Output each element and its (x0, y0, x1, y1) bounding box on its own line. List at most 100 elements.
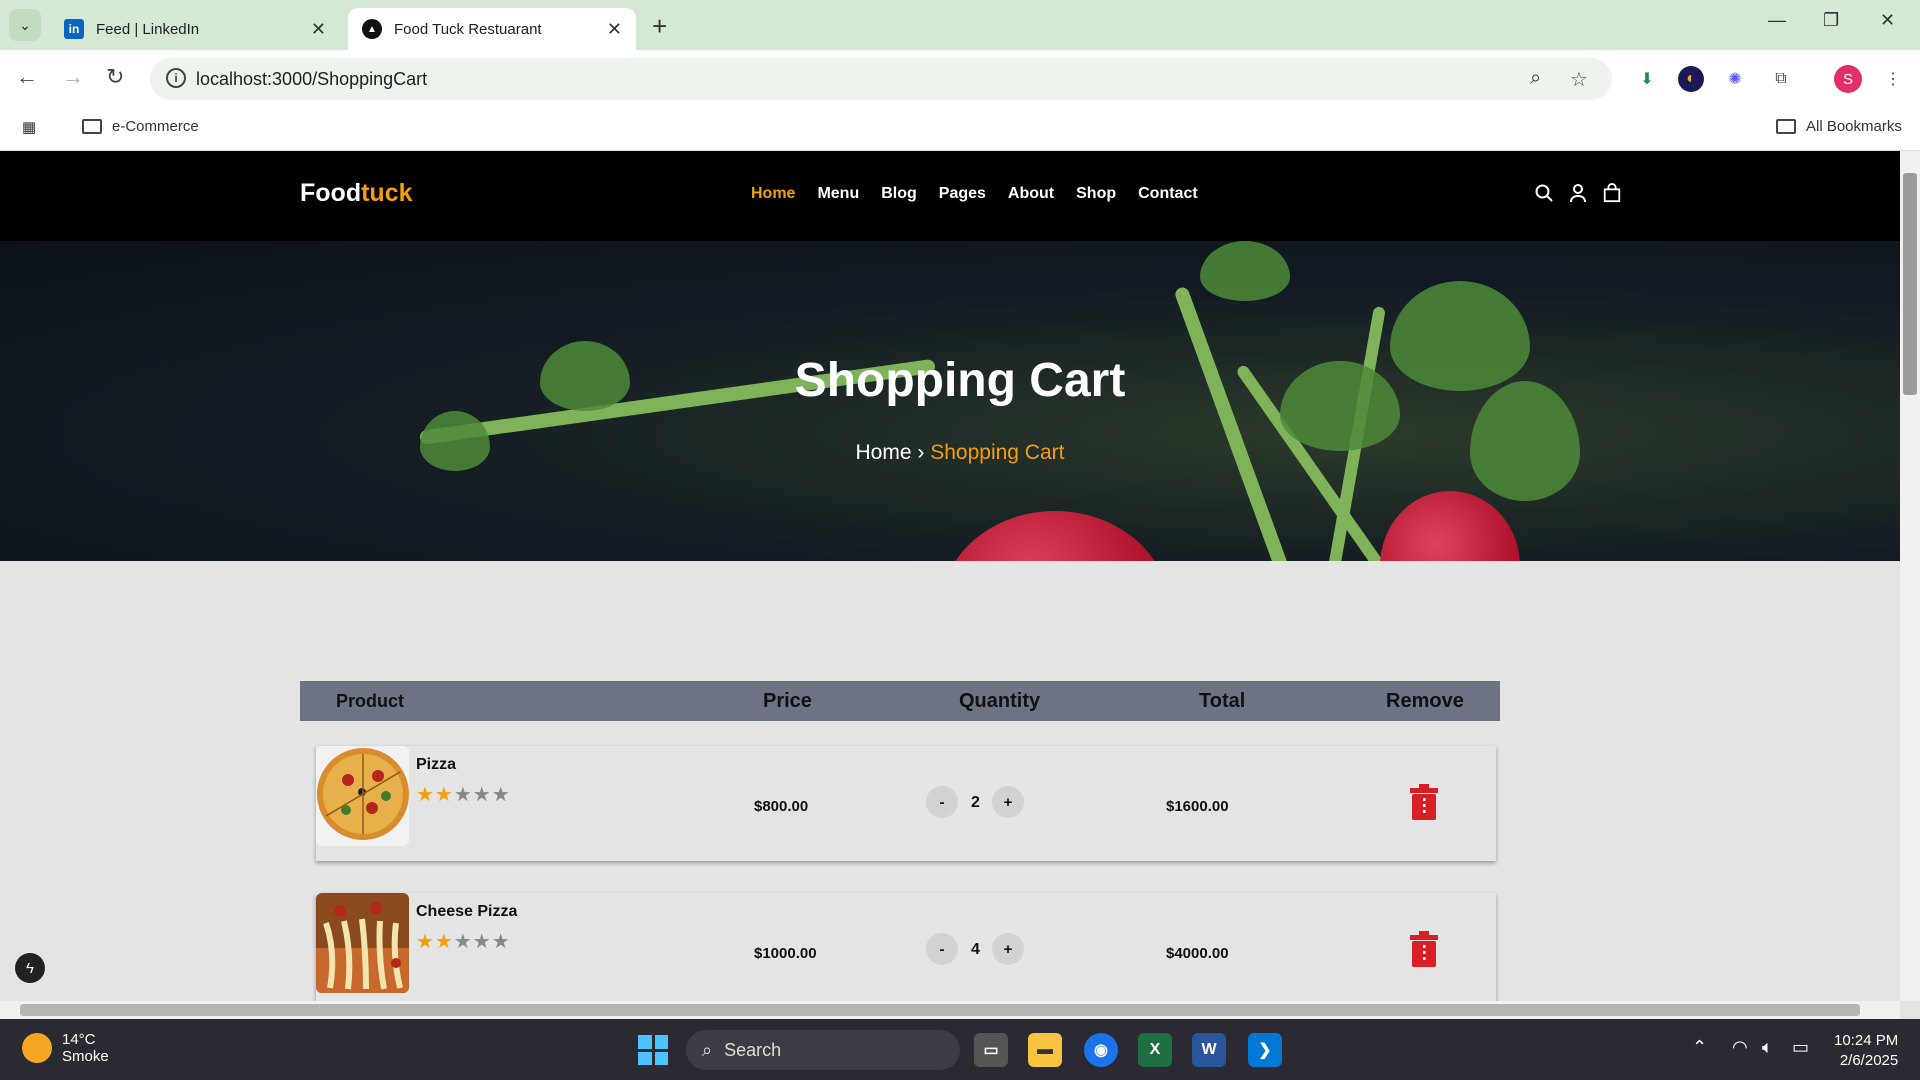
trash-icon[interactable] (1408, 784, 1440, 820)
nav-blog[interactable]: Blog (881, 185, 917, 203)
reload-icon[interactable]: ↻ (106, 64, 124, 90)
scrollbar-thumb[interactable] (1903, 173, 1917, 395)
weather-temp: 14°C (62, 1031, 96, 1048)
apps-grid-icon[interactable]: ▦ (22, 118, 36, 136)
close-window-icon[interactable]: ✕ (1880, 10, 1895, 31)
address-bar[interactable]: i localhost:3000/ShoppingCart ⌕ ☆ (150, 58, 1612, 100)
header-price: Price (763, 689, 812, 712)
site-icon: ▲ (362, 19, 382, 39)
hero-banner: Shopping Cart Home › Shopping Cart (0, 241, 1900, 561)
bookmark-label: e-Commerce (112, 118, 199, 135)
tab-food-tuck[interactable]: ▲ Food Tuck Restuarant ✕ (348, 8, 636, 50)
product-price: $1000.00 (754, 945, 817, 962)
browser-tab-strip: ⌄ in Feed | LinkedIn ✕ ▲ Food Tuck Restu… (0, 0, 1920, 50)
decorative-leaf (1200, 241, 1290, 301)
close-tab-icon[interactable]: ✕ (607, 19, 622, 40)
logo-main: Food (300, 179, 362, 207)
breadcrumb: Home › Shopping Cart (0, 441, 1900, 465)
zoom-icon[interactable]: ⌕ (1530, 67, 1541, 90)
browser-toolbar: ← → ↻ i localhost:3000/ShoppingCart ⌕ ☆ … (0, 50, 1920, 108)
header-remove: Remove (1386, 689, 1464, 712)
weather-widget[interactable]: 14°C Smoke (22, 1031, 109, 1065)
extension-icon[interactable]: ✺ (1722, 66, 1748, 92)
url-text: localhost:3000/ShoppingCart (196, 68, 428, 89)
new-tab-button[interactable]: + (652, 11, 667, 42)
clock-time: 10:24 PM (1834, 1032, 1899, 1049)
product-price: $800.00 (754, 798, 809, 815)
rating-stars: ★★★★★ (416, 929, 511, 954)
tray-chevron-icon[interactable]: ⌃ (1692, 1037, 1707, 1058)
increase-quantity-button[interactable]: + (992, 786, 1024, 818)
system-clock[interactable]: 10:24 PM 2/6/2025 (1834, 1031, 1898, 1071)
quantity-value: 2 (971, 794, 980, 811)
close-tab-icon[interactable]: ✕ (311, 19, 326, 40)
cart-row: Cheese Pizza ★★★★★ $1000.00 - 4 + $4000.… (316, 893, 1496, 1008)
chrome-icon[interactable]: ◉ (1084, 1033, 1118, 1067)
star-filled-icon: ★★ (416, 784, 454, 806)
header-quantity: Quantity (959, 689, 1041, 712)
linkedin-icon: in (64, 19, 84, 39)
taskbar-search[interactable]: ⌕ Search (686, 1030, 960, 1070)
word-icon[interactable]: W (1192, 1033, 1226, 1067)
folder-icon (82, 119, 102, 134)
download-icon[interactable]: ⬇ (1634, 66, 1660, 92)
site-logo[interactable]: Foodtuck (300, 179, 413, 208)
site-info-icon[interactable]: i (166, 68, 186, 88)
star-filled-icon: ★★ (416, 931, 454, 953)
cart-table-header: Product Price Quantity Total Remove (300, 681, 1500, 721)
nav-contact[interactable]: Contact (1138, 185, 1198, 203)
windows-start-icon[interactable] (638, 1035, 668, 1065)
volume-icon[interactable]: 🔈︎ (1762, 1037, 1773, 1058)
file-explorer-icon[interactable]: ▬ (1028, 1033, 1062, 1067)
decrease-quantity-button[interactable]: - (926, 786, 958, 818)
cart-row: Pizza ★★★★★ $800.00 - 2 + $1600.00 (316, 746, 1496, 861)
vscode-icon[interactable]: ❯ (1248, 1033, 1282, 1067)
dev-tools-lightning-icon[interactable]: ϟ (15, 953, 45, 983)
bookmark-folder[interactable]: e-Commerce (82, 118, 199, 135)
user-icon[interactable] (1568, 183, 1588, 203)
rating-stars: ★★★★★ (416, 782, 511, 807)
tab-search-button[interactable]: ⌄ (9, 9, 41, 41)
restore-icon[interactable]: ❐ (1823, 10, 1839, 31)
nav-menu[interactable]: Menu (817, 185, 859, 203)
tab-linkedin[interactable]: in Feed | LinkedIn ✕ (50, 8, 340, 50)
weather-desc: Smoke (62, 1048, 109, 1065)
battery-icon[interactable]: ▭ (1792, 1037, 1809, 1058)
forward-icon[interactable]: → (62, 64, 84, 90)
clock-date: 2/6/2025 (1839, 1052, 1899, 1069)
site-header: Foodtuck Home Menu Blog Pages About Shop… (0, 151, 1900, 241)
page-title: Shopping Cart (794, 354, 1126, 407)
increase-quantity-button[interactable]: + (992, 933, 1024, 965)
quantity-value: 4 (971, 941, 980, 958)
extension-icon[interactable]: ◐ (1678, 66, 1704, 92)
extensions-puzzle-icon[interactable]: ⧉ (1768, 66, 1794, 92)
back-icon[interactable]: ← (16, 64, 38, 90)
nav-shop[interactable]: Shop (1076, 185, 1116, 203)
trash-icon[interactable] (1408, 931, 1440, 967)
all-bookmarks-button[interactable]: All Bookmarks (1776, 118, 1902, 135)
bookmark-star-icon[interactable]: ☆ (1570, 67, 1588, 92)
vertical-scrollbar[interactable] (1900, 151, 1920, 1001)
product-name: Pizza (416, 756, 457, 773)
product-image-pizza (316, 746, 409, 846)
decrease-quantity-button[interactable]: - (926, 933, 958, 965)
main-menu: Home Menu Blog Pages About Shop Contact (751, 185, 1198, 203)
task-view-icon[interactable]: ▭ (974, 1033, 1008, 1067)
wifi-icon[interactable]: ◠ (1732, 1037, 1748, 1058)
profile-avatar[interactable]: S (1834, 65, 1862, 93)
excel-icon[interactable]: X (1138, 1033, 1172, 1067)
search-icon[interactable] (1534, 183, 1554, 203)
nav-about[interactable]: About (1008, 185, 1054, 203)
scrollbar-thumb[interactable] (20, 1004, 1860, 1016)
nav-pages[interactable]: Pages (939, 185, 986, 203)
shopping-bag-icon[interactable] (1602, 183, 1622, 203)
more-menu-icon[interactable]: ⋮ (1880, 66, 1906, 92)
nav-home[interactable]: Home (751, 185, 795, 203)
row-total: $4000.00 (1166, 945, 1229, 962)
tab-title: Food Tuck Restuarant (394, 20, 542, 38)
header-icons (1534, 183, 1622, 203)
minimize-icon[interactable]: — (1768, 10, 1786, 31)
horizontal-scrollbar[interactable] (0, 1001, 1900, 1019)
breadcrumb-home[interactable]: Home (856, 441, 912, 464)
star-empty-icon: ★★★ (453, 784, 511, 806)
